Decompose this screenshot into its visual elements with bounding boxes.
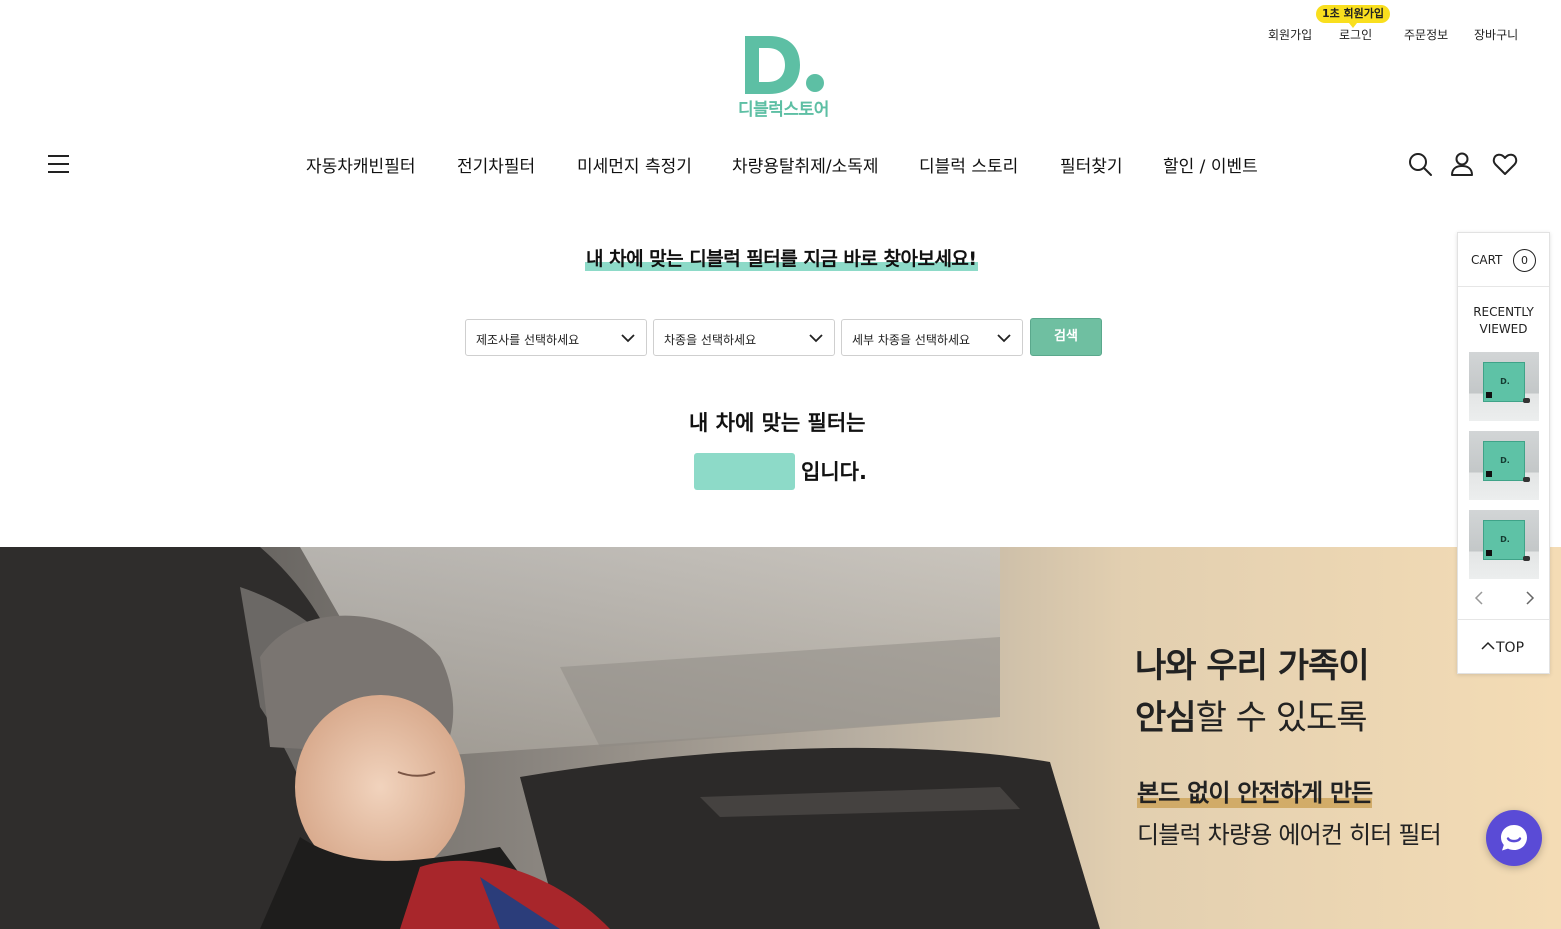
- menu-icon[interactable]: [48, 155, 69, 173]
- model-select[interactable]: 차종을 선택하세요: [653, 319, 835, 356]
- hero-headline-line2: 안심할 수 있도록: [1135, 690, 1368, 739]
- nav-item-dust-meter[interactable]: 미세먼지 측정기: [577, 152, 692, 177]
- signup-link[interactable]: 회원가입: [1268, 26, 1312, 43]
- chevron-up-icon: [1481, 641, 1495, 650]
- recent-product-thumb[interactable]: D.: [1469, 431, 1539, 500]
- manufacturer-select[interactable]: 제조사를 선택하세요: [465, 319, 647, 356]
- chevron-down-icon: [997, 334, 1011, 343]
- quick-menu-panel: CART 0 RECENTLY VIEWED D. D. D. TOP: [1457, 232, 1550, 674]
- logo-mark: [745, 36, 824, 94]
- chat-icon: [1501, 825, 1527, 851]
- chevron-left-icon[interactable]: [1472, 590, 1486, 606]
- chevron-right-icon[interactable]: [1523, 590, 1537, 606]
- recent-product-thumb[interactable]: D.: [1469, 352, 1539, 421]
- filter-search-button[interactable]: 검색: [1030, 318, 1102, 356]
- recently-viewed-line2: VIEWED: [1479, 322, 1528, 336]
- quick-cart-button[interactable]: CART 0: [1458, 233, 1549, 287]
- nav-item-cabin-filter[interactable]: 자동차캐빈필터: [306, 152, 415, 177]
- order-info-link[interactable]: 주문정보: [1404, 26, 1448, 43]
- recently-viewed-line1: RECENTLY: [1473, 305, 1534, 319]
- scroll-top-button[interactable]: TOP: [1458, 619, 1549, 673]
- thumb-logo: D.: [1500, 377, 1510, 386]
- quick-cart-count: 0: [1513, 249, 1536, 272]
- chevron-down-icon: [621, 334, 635, 343]
- model-select-label: 차종을 선택하세요: [664, 333, 757, 347]
- hero-subline1: 본드 없이 안전하게 만든: [1137, 773, 1373, 808]
- result-heading: 내 차에 맞는 필터는: [689, 411, 866, 435]
- detail-model-select[interactable]: 세부 차종을 선택하세요: [841, 319, 1023, 356]
- quick-cart-label: CART: [1471, 253, 1503, 267]
- result-value-box: [694, 453, 795, 490]
- site-logo[interactable]: 디블럭스토어: [738, 30, 830, 120]
- nav-item-deodorant[interactable]: 차량용탈취제/소독제: [732, 152, 879, 177]
- hero-headline-line1: 나와 우리 가족이: [1135, 646, 1370, 686]
- cart-link[interactable]: 장바구니: [1474, 26, 1518, 43]
- hero-headline-rest: 할 수 있도록: [1195, 698, 1368, 738]
- logo-text: 디블럭스토어: [738, 100, 829, 120]
- chevron-down-icon: [809, 334, 823, 343]
- signup-promo-badge[interactable]: 1초 회원가입: [1316, 5, 1390, 28]
- hero-headline-bold: 안심: [1135, 698, 1197, 738]
- recently-viewed-title: RECENTLY VIEWED: [1458, 304, 1549, 338]
- thumb-logo: D.: [1500, 456, 1510, 465]
- detail-model-select-label: 세부 차종을 선택하세요: [852, 333, 971, 347]
- nav-item-ev-filter[interactable]: 전기차필터: [457, 152, 535, 177]
- hero-subline2: 디블럭 차량용 에어컨 히터 필터: [1137, 821, 1442, 849]
- manufacturer-select-label: 제조사를 선택하세요: [476, 333, 580, 347]
- nav-item-filter-finder[interactable]: 필터찾기: [1060, 152, 1123, 177]
- user-icon[interactable]: [1449, 151, 1475, 177]
- recent-product-thumb[interactable]: D.: [1469, 510, 1539, 579]
- nav-item-story[interactable]: 디블럭 스토리: [919, 152, 1018, 177]
- finder-title: 내 차에 맞는 디블럭 필터를 지금 바로 찾아보세요!: [585, 244, 978, 271]
- thumb-logo: D.: [1500, 535, 1510, 544]
- result-suffix: 입니다.: [801, 460, 867, 484]
- heart-icon[interactable]: [1492, 151, 1518, 177]
- chat-button[interactable]: [1486, 810, 1542, 866]
- login-link[interactable]: 로그인: [1339, 26, 1372, 43]
- search-icon[interactable]: [1407, 151, 1433, 177]
- scroll-top-label: TOP: [1496, 640, 1525, 656]
- nav-item-events[interactable]: 할인 / 이벤트: [1163, 152, 1258, 177]
